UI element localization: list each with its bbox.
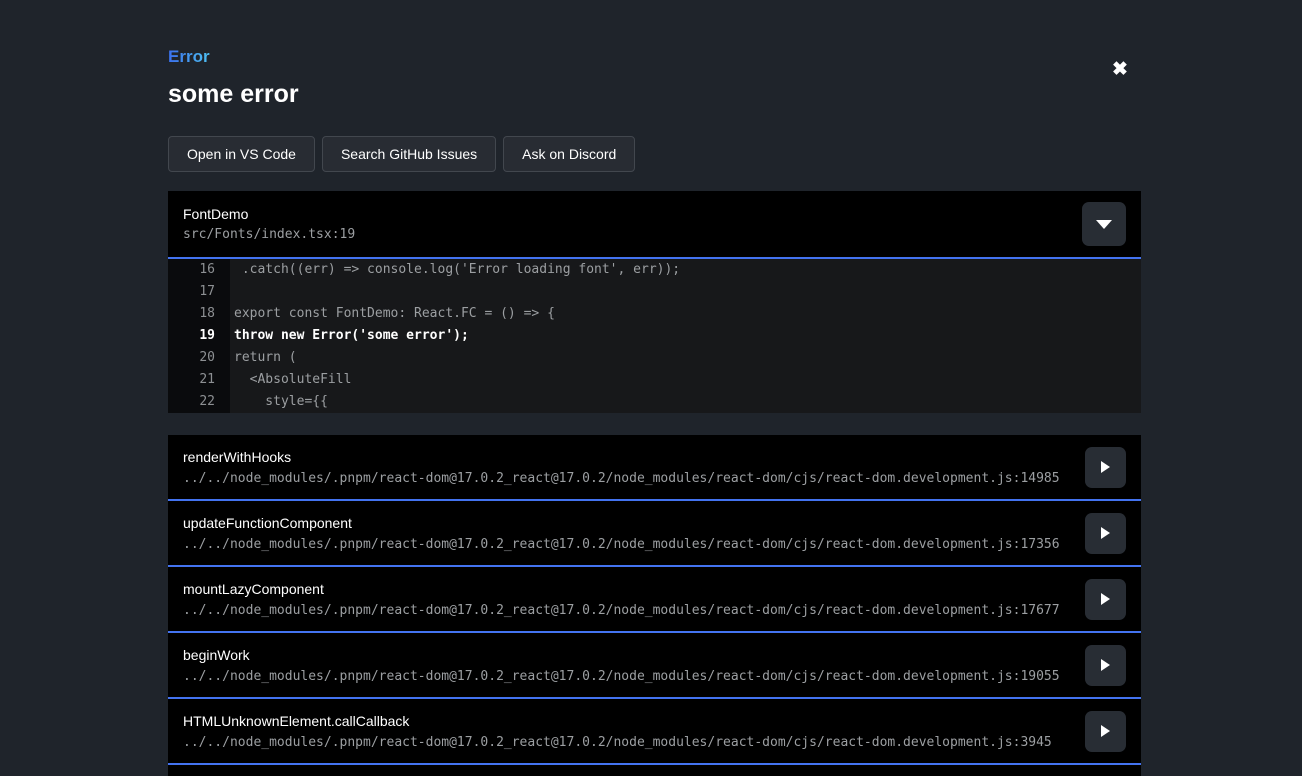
line-number: 18 xyxy=(168,303,230,325)
stack-frame-location: ../../node_modules/.pnpm/react-dom@17.0.… xyxy=(183,537,1085,552)
code-listing: 16 .catch((err) => console.log('Error lo… xyxy=(168,259,1141,413)
stack-frame: updateFunctionComponent ../../node_module… xyxy=(168,501,1141,567)
open-stack-frame-button[interactable] xyxy=(1085,579,1126,620)
line-number: 22 xyxy=(168,391,230,413)
error-message: some error xyxy=(168,80,1141,109)
error-type-label: Error xyxy=(168,47,210,67)
code-line: 18export const FontDemo: React.FC = () =… xyxy=(168,303,1141,325)
stack-frame-location: ../../node_modules/.pnpm/react-dom@17.0.… xyxy=(183,603,1085,618)
play-icon xyxy=(1101,593,1110,605)
stack-frame-location: ../../node_modules/.pnpm/react-dom@17.0.… xyxy=(183,735,1085,750)
stack-frame-name: HTMLUnknownElement.callCallback xyxy=(183,713,1085,729)
stack-frame-info: mountLazyComponent ../../node_modules/.pn… xyxy=(183,581,1085,618)
chevron-down-icon xyxy=(1096,220,1112,229)
code-text xyxy=(230,281,1141,303)
code-text: export const FontDemo: React.FC = () => … xyxy=(230,303,1141,325)
stack-frame-name: renderWithHooks xyxy=(183,449,1085,465)
play-icon xyxy=(1101,461,1110,473)
code-line: 16 .catch((err) => console.log('Error lo… xyxy=(168,259,1141,281)
code-line: 20return ( xyxy=(168,347,1141,369)
error-overlay-content: Error some error Open in VS Code Search … xyxy=(168,0,1141,776)
stack-frame-name: beginWork xyxy=(183,647,1085,663)
stack-frame-location: ../../node_modules/.pnpm/react-dom@17.0.… xyxy=(183,669,1085,684)
stack-frame-info: updateFunctionComponent ../../node_module… xyxy=(183,515,1085,552)
action-button-row: Open in VS Code Search GitHub Issues Ask… xyxy=(168,136,1141,172)
line-number: 21 xyxy=(168,369,230,391)
line-number: 19 xyxy=(168,325,230,347)
open-stack-frame-button[interactable] xyxy=(1085,447,1126,488)
source-location: src/Fonts/index.tsx:19 xyxy=(183,227,1082,242)
code-line-highlighted: 19throw new Error('some error'); xyxy=(168,325,1141,347)
play-icon xyxy=(1101,527,1110,539)
open-in-vscode-button[interactable]: Open in VS Code xyxy=(168,136,315,172)
code-frame-header: FontDemo src/Fonts/index.tsx:19 xyxy=(168,191,1141,259)
code-frame-meta: FontDemo src/Fonts/index.tsx:19 xyxy=(183,206,1082,242)
play-icon xyxy=(1101,725,1110,737)
collapse-code-frame-button[interactable] xyxy=(1082,202,1126,246)
stack-frame: renderWithHooks ../../node_modules/.pnpm/… xyxy=(168,435,1141,501)
function-name: FontDemo xyxy=(183,206,1082,222)
stack-frame-info: beginWork ../../node_modules/.pnpm/react-… xyxy=(183,647,1085,684)
code-text: style={{ xyxy=(230,391,1141,413)
line-number: 20 xyxy=(168,347,230,369)
line-number: 17 xyxy=(168,281,230,303)
stack-frame-location: ../../node_modules/.pnpm/react-dom@17.0.… xyxy=(183,471,1085,486)
open-stack-frame-button[interactable] xyxy=(1085,645,1126,686)
stack-frame: beginWork ../../node_modules/.pnpm/react-… xyxy=(168,633,1141,699)
code-text: return ( xyxy=(230,347,1141,369)
code-text: throw new Error('some error'); xyxy=(230,325,1141,347)
code-text: .catch((err) => console.log('Error loadi… xyxy=(230,259,1141,281)
line-number: 16 xyxy=(168,259,230,281)
code-line: 21 <AbsoluteFill xyxy=(168,369,1141,391)
stack-frame-name: mountLazyComponent xyxy=(183,581,1085,597)
code-line: 17 xyxy=(168,281,1141,303)
stack-frame-partial xyxy=(168,765,1141,776)
search-github-issues-button[interactable]: Search GitHub Issues xyxy=(322,136,496,172)
play-icon xyxy=(1101,659,1110,671)
error-overlay-page: { "colors": { "page_background": "#1f242… xyxy=(0,0,1302,776)
open-stack-frame-button[interactable] xyxy=(1085,711,1126,752)
stack-frame: HTMLUnknownElement.callCallback ../../nod… xyxy=(168,699,1141,765)
stack-frame-name: updateFunctionComponent xyxy=(183,515,1085,531)
stack-frame: mountLazyComponent ../../node_modules/.pn… xyxy=(168,567,1141,633)
code-text: <AbsoluteFill xyxy=(230,369,1141,391)
open-stack-frame-button[interactable] xyxy=(1085,513,1126,554)
ask-on-discord-button[interactable]: Ask on Discord xyxy=(503,136,635,172)
stack-frame-info: HTMLUnknownElement.callCallback ../../nod… xyxy=(183,713,1085,750)
stack-frame-info: renderWithHooks ../../node_modules/.pnpm/… xyxy=(183,449,1085,486)
code-line: 22 style={{ xyxy=(168,391,1141,413)
stack-trace-list: renderWithHooks ../../node_modules/.pnpm/… xyxy=(168,435,1141,776)
code-frame-panel: FontDemo src/Fonts/index.tsx:19 16 .catc… xyxy=(168,191,1141,413)
